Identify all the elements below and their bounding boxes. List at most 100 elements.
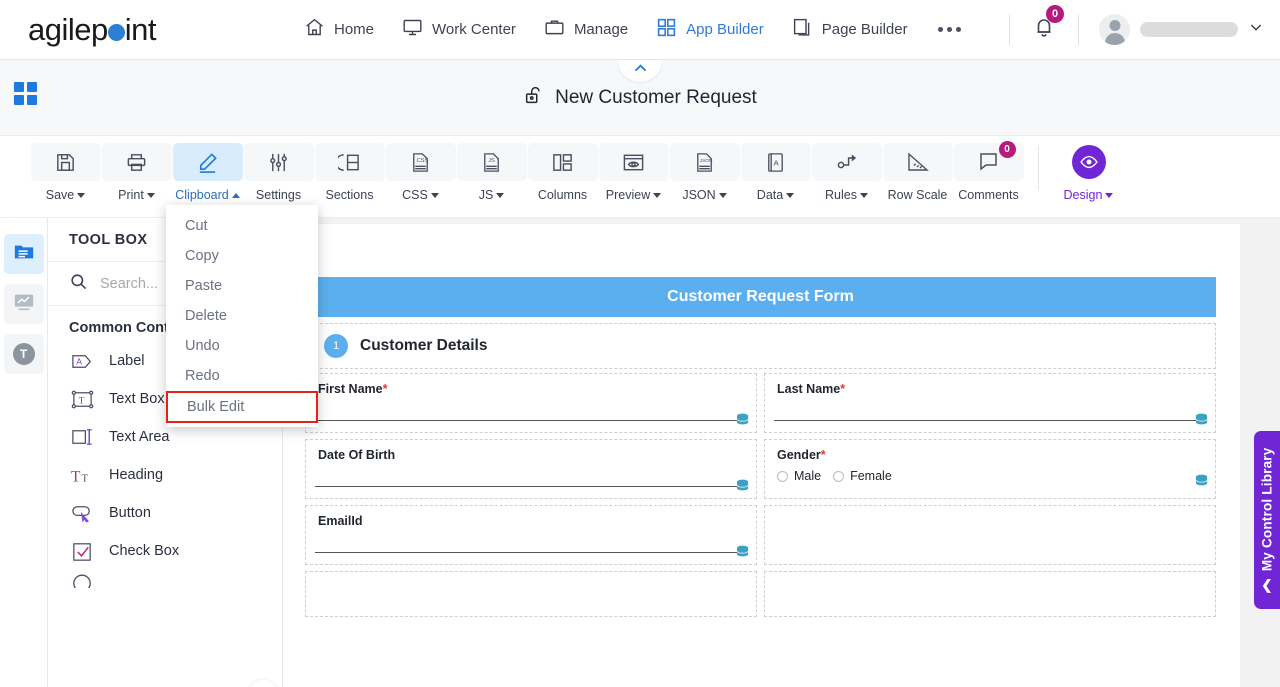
database-binding-icon[interactable] bbox=[736, 479, 751, 492]
nav-item-app-builder[interactable]: App Builder bbox=[642, 1, 778, 59]
rules-flow-icon bbox=[811, 143, 882, 181]
field-empty-cell[interactable] bbox=[305, 571, 757, 617]
tool-item-heading[interactable]: TT Heading bbox=[48, 456, 282, 494]
svg-text:CSS: CSS bbox=[417, 158, 429, 164]
menu-item-paste[interactable]: Paste bbox=[166, 271, 318, 301]
menu-item-bulk-edit[interactable]: Bulk Edit bbox=[166, 391, 318, 423]
toolbar-label-rules: Rules bbox=[825, 188, 857, 202]
textarea-icon bbox=[69, 424, 95, 450]
rail-item-toolbox[interactable] bbox=[3, 234, 44, 274]
nav-divider-1 bbox=[1009, 14, 1010, 45]
sections-icon bbox=[314, 143, 385, 181]
menu-item-delete[interactable]: Delete bbox=[166, 301, 318, 331]
toolbar-button-data[interactable]: A Data bbox=[740, 136, 811, 202]
my-control-library-tab[interactable]: ❮ My Control Library bbox=[1254, 431, 1280, 609]
database-binding-icon[interactable] bbox=[736, 545, 751, 558]
toolbar-button-css[interactable]: CSS CSS bbox=[385, 136, 456, 202]
database-binding-icon[interactable] bbox=[1195, 474, 1210, 487]
nav-item-manage[interactable]: Manage bbox=[530, 1, 642, 59]
field-emailid[interactable]: EmailId bbox=[305, 505, 757, 565]
svg-text:JSON: JSON bbox=[700, 158, 713, 164]
toolbar-label-data: Data bbox=[756, 188, 784, 202]
field-date-of-birth[interactable]: Date Of Birth bbox=[305, 439, 757, 499]
top-navigation-bar: agilep int Home Work Center Manage App Bu… bbox=[0, 0, 1280, 60]
toolbar-button-sections[interactable]: Sections bbox=[314, 136, 385, 202]
database-binding-icon[interactable] bbox=[736, 413, 751, 426]
form-row: First Name* Last Name* bbox=[305, 373, 1216, 433]
rail-item-analytics[interactable] bbox=[3, 284, 44, 324]
field-gender-label: Gender bbox=[777, 448, 821, 462]
toolbar-button-clipboard[interactable]: Clipboard bbox=[172, 136, 243, 202]
toolbar-button-columns[interactable]: Columns bbox=[527, 136, 598, 202]
field-empty-cell[interactable] bbox=[764, 505, 1216, 565]
nav-item-home-label: Home bbox=[334, 21, 375, 38]
field-empty-cell[interactable] bbox=[764, 571, 1216, 617]
tool-item-check-box[interactable]: Check Box bbox=[48, 532, 282, 570]
toolbar-label-columns: Columns bbox=[537, 188, 588, 202]
nav-item-home[interactable]: Home bbox=[290, 1, 388, 59]
toolbar-button-save[interactable]: Save bbox=[30, 136, 101, 202]
toolbar-button-print[interactable]: Print bbox=[101, 136, 172, 202]
menu-item-copy[interactable]: Copy bbox=[166, 241, 318, 271]
radio-option-female-label: Female bbox=[850, 469, 892, 483]
nav-item-work-center[interactable]: Work Center bbox=[388, 1, 530, 59]
radio-option-female[interactable]: Female bbox=[833, 469, 892, 483]
avatar bbox=[1099, 14, 1130, 45]
field-gender[interactable]: Gender* Male Female bbox=[764, 439, 1216, 499]
eye-icon bbox=[1054, 143, 1124, 181]
toolbar-button-row-scale[interactable]: Row Scale bbox=[882, 136, 953, 202]
tool-item-button[interactable]: Button bbox=[48, 494, 282, 532]
toolbar-button-design[interactable]: Design bbox=[1053, 136, 1124, 202]
eye-window-icon bbox=[598, 143, 669, 181]
radio-option-male[interactable]: Male bbox=[777, 469, 821, 483]
tool-item-text-box-text: Text Box bbox=[109, 391, 165, 407]
form-banner[interactable]: Customer Request Form bbox=[305, 277, 1216, 317]
clipboard-dropdown-menu: Cut Copy Paste Delete Undo Redo Bulk Edi… bbox=[166, 205, 318, 427]
analytics-rail-icon bbox=[13, 291, 35, 318]
field-last-name[interactable]: Last Name* bbox=[764, 373, 1216, 433]
field-underline bbox=[315, 486, 747, 487]
nav-item-page-builder[interactable]: Page Builder bbox=[778, 1, 922, 59]
nav-item-app-builder-label: App Builder bbox=[686, 21, 764, 38]
heading-icon: TT bbox=[69, 462, 95, 488]
toolbar-label-sections: Sections bbox=[325, 188, 374, 202]
menu-item-cut[interactable]: Cut bbox=[166, 211, 318, 241]
themes-rail-icon: T bbox=[12, 343, 35, 365]
tool-item-partial[interactable] bbox=[48, 570, 282, 588]
section-number-badge: 1 bbox=[324, 334, 348, 358]
radio-button-icon bbox=[69, 570, 95, 588]
left-icon-rail: T bbox=[0, 218, 48, 687]
toolbar-button-preview[interactable]: Preview bbox=[598, 136, 669, 202]
app-grid-icon[interactable] bbox=[14, 82, 37, 105]
toolbar-button-json[interactable]: JSON JSON bbox=[669, 136, 740, 202]
toolbar-label-clipboard: Clipboard bbox=[175, 188, 229, 202]
form-row bbox=[305, 571, 1216, 617]
user-profile-menu[interactable] bbox=[1089, 14, 1280, 45]
toolbar-label-save: Save bbox=[45, 188, 75, 202]
toolbar-label-design: Design bbox=[1063, 188, 1103, 202]
field-first-name[interactable]: First Name* bbox=[305, 373, 757, 433]
toolbar-label-print: Print bbox=[118, 188, 144, 202]
more-icon[interactable] bbox=[922, 1, 977, 59]
toolbar-button-settings[interactable]: Settings bbox=[243, 136, 314, 202]
svg-text:T: T bbox=[81, 473, 88, 484]
chevron-left-icon: ❮ bbox=[1261, 577, 1273, 593]
toolbar-button-js[interactable]: JS JS bbox=[456, 136, 527, 202]
toolbar-button-comments[interactable]: 0 Comments bbox=[953, 136, 1024, 202]
form-section-header[interactable]: 1 Customer Details bbox=[305, 323, 1216, 369]
agilepoint-logo[interactable]: agilep int bbox=[28, 12, 208, 48]
toolbar-divider bbox=[1038, 146, 1039, 190]
form-canvas: Customer Request Form 1 Customer Details… bbox=[283, 218, 1280, 687]
notifications-button[interactable]: 0 bbox=[1020, 1, 1068, 59]
toolbar-label-comments: Comments bbox=[958, 188, 1019, 202]
toolbar-button-rules[interactable]: Rules bbox=[811, 136, 882, 202]
rail-item-themes[interactable]: T bbox=[3, 334, 44, 374]
menu-item-undo[interactable]: Undo bbox=[166, 331, 318, 361]
unlock-icon bbox=[523, 84, 545, 111]
database-binding-icon[interactable] bbox=[1195, 413, 1210, 426]
menu-item-redo[interactable]: Redo bbox=[166, 361, 318, 391]
field-emailid-label: EmailId bbox=[318, 514, 363, 528]
user-name-redacted bbox=[1140, 22, 1238, 37]
json-file-icon: JSON bbox=[669, 143, 740, 181]
svg-text:A: A bbox=[774, 158, 780, 167]
